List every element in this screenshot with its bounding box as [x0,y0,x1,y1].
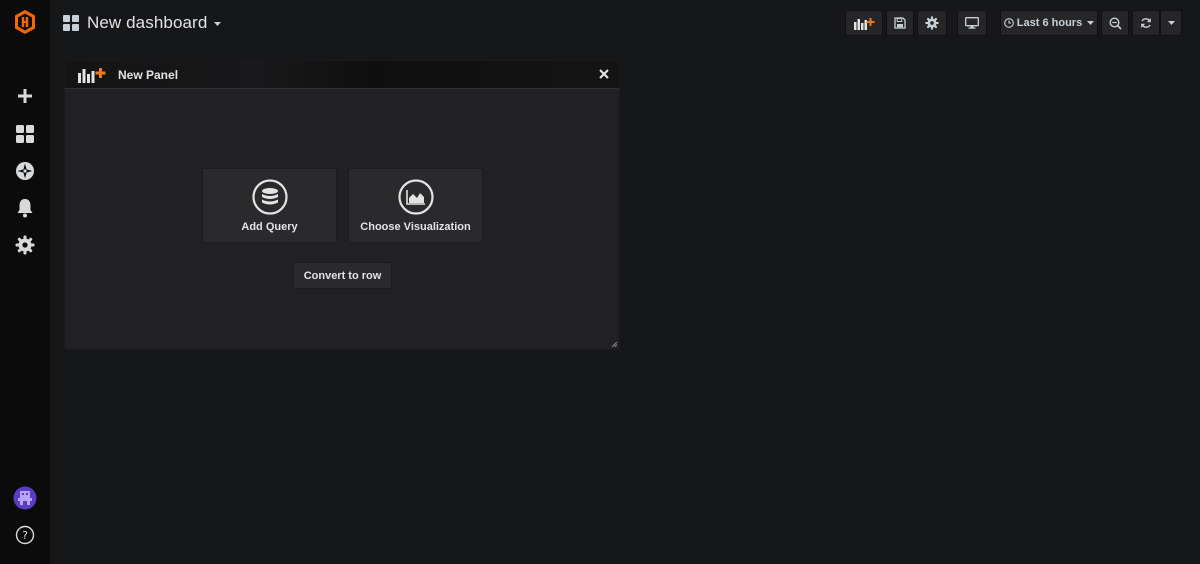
add-query-label: Add Query [241,221,298,233]
caret-down-icon [1167,20,1175,25]
panel-title: New Panel [118,68,179,82]
user-avatar-icon[interactable] [13,486,37,510]
monitor-icon [965,17,979,29]
dashboard-navbar: New dashboard Last 6 hours [50,0,1200,46]
dashboard-settings-button[interactable] [917,10,947,36]
gear-icon [925,16,939,30]
zoom-out-button[interactable] [1101,10,1129,36]
refresh-button[interactable] [1132,10,1160,36]
grafana-logo-icon[interactable] [13,10,37,34]
resize-handle-icon[interactable] [612,342,617,347]
clock-icon [1003,18,1014,28]
choose-visualization-button[interactable]: Choose Visualization [348,168,483,243]
svg-text:?: ? [22,529,28,542]
dashboard-grid-icon [63,15,79,31]
compass-icon[interactable] [13,159,37,183]
database-icon [251,179,288,215]
close-panel-button[interactable] [597,67,611,81]
help-icon[interactable]: ? [13,523,37,547]
zoom-out-icon [1108,16,1122,30]
close-icon [599,69,609,79]
add-panel-icon [78,68,106,83]
side-menu: ? [0,0,50,564]
choose-visualization-label: Choose Visualization [360,221,471,233]
bell-icon[interactable] [13,196,37,220]
convert-to-row-button[interactable]: Convert to row [293,262,392,289]
dashboard-title: New dashboard [87,13,208,32]
dashboard-grid-icon[interactable] [13,122,37,146]
caret-down-icon [1087,20,1095,25]
gear-icon[interactable] [13,233,37,257]
save-dashboard-button[interactable] [886,10,914,36]
plus-icon[interactable] [13,84,37,108]
caret-down-icon [214,22,222,26]
time-range-label: Last 6 hours [1016,17,1083,29]
dashboard-title-picker[interactable]: New dashboard [63,12,222,34]
area-chart-icon [397,179,434,215]
refresh-interval-button[interactable] [1160,10,1182,36]
tv-mode-button[interactable] [957,10,987,36]
add-query-button[interactable]: Add Query [202,168,337,243]
save-icon [894,17,906,29]
new-panel: New Panel Add Query Choose Visualization… [64,60,620,350]
refresh-icon [1141,18,1151,28]
add-panel-icon [854,18,875,30]
time-range-picker[interactable]: Last 6 hours [1000,10,1098,36]
panel-header[interactable]: New Panel [65,61,619,89]
add-panel-button[interactable] [845,10,883,36]
